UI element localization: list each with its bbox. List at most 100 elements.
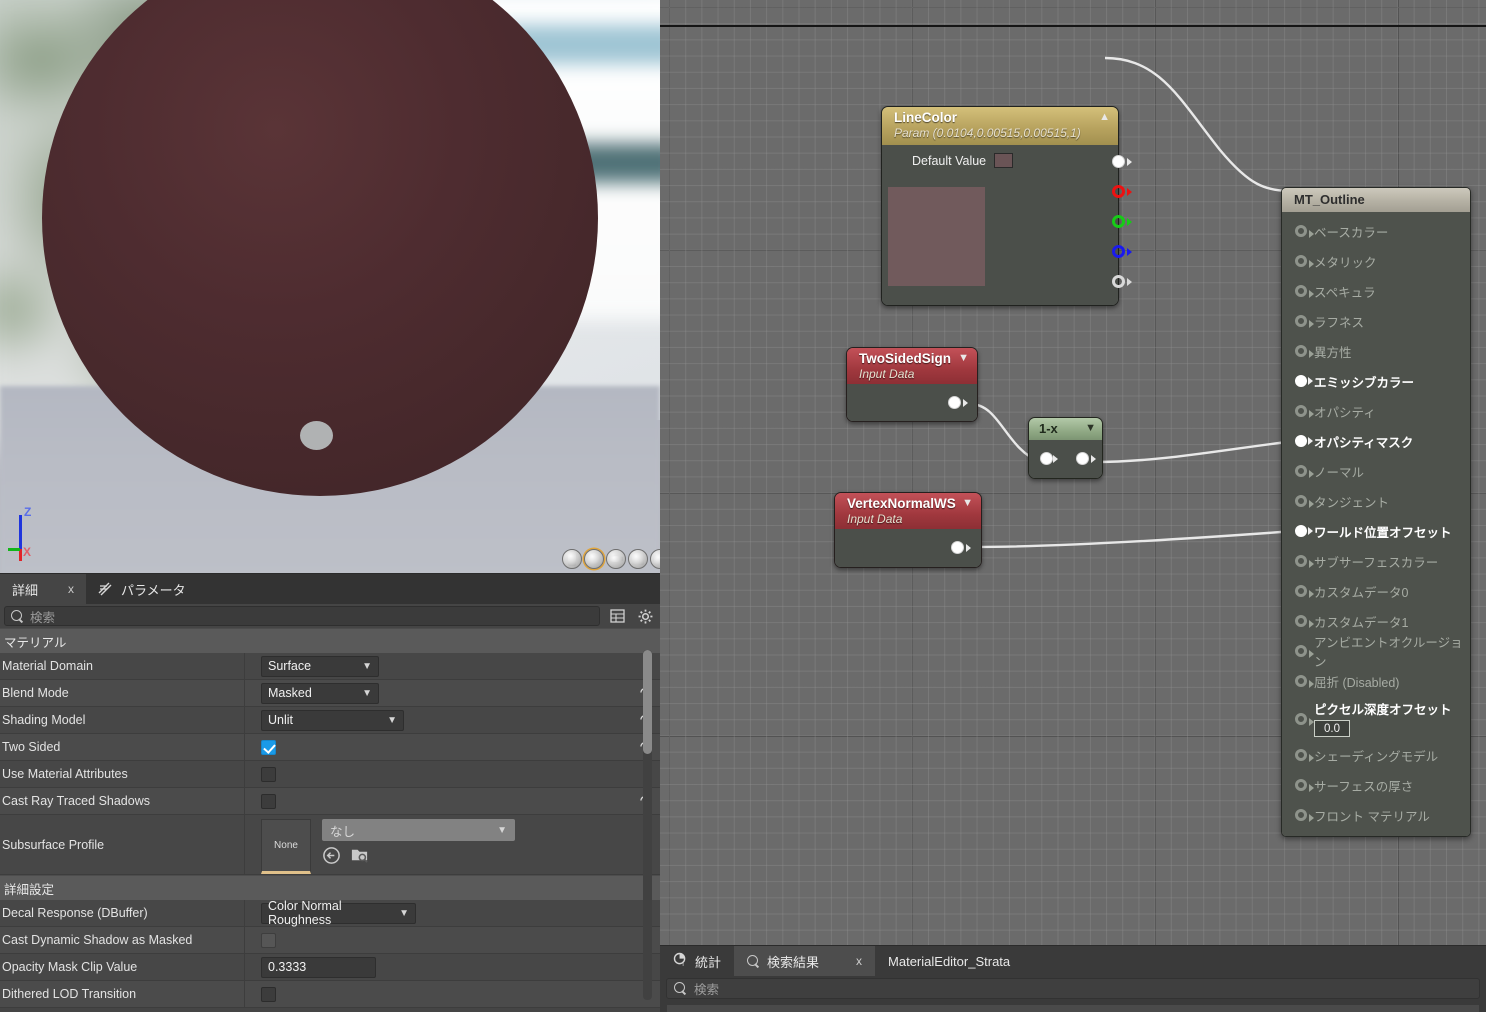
use-material-attributes-checkbox[interactable]	[261, 766, 276, 782]
output-pin-row-emissive-color[interactable]: エミッシブカラー	[1282, 366, 1470, 396]
output-pin-world-position-offset[interactable]	[1295, 525, 1313, 537]
sphere-preview-button[interactable]	[584, 549, 604, 569]
output-pin-row-tangent[interactable]: タンジェント	[1282, 486, 1470, 516]
chevron-down-icon[interactable]: ▼	[958, 351, 969, 365]
subsurface-profile-combo[interactable]: なし ▼	[322, 819, 515, 841]
output-pin-row-refraction[interactable]: 屈折 (Disabled)	[1282, 666, 1470, 696]
tab-statistics[interactable]: i 統計	[660, 946, 734, 976]
close-icon[interactable]: x	[856, 954, 862, 968]
dithered-lod-transition-checkbox[interactable]	[261, 986, 276, 1002]
material-preview-viewport[interactable]: Z X	[0, 0, 660, 573]
details-scrollbar-thumb[interactable]	[643, 650, 652, 754]
chevron-down-icon[interactable]: ▼	[962, 496, 973, 510]
output-pin-row-pixel-depth-offset[interactable]: ピクセル深度オフセット 0.0	[1282, 696, 1470, 740]
twosidedsign-output-pin[interactable]	[948, 396, 961, 409]
material-graph-canvas[interactable]: LineColor Param (0.0104,0.00515,0.00515,…	[660, 0, 1486, 945]
output-pin-b[interactable]	[1112, 245, 1125, 258]
output-pin-refraction[interactable]	[1295, 675, 1314, 688]
output-pin-row-subsurface-color[interactable]: サブサーフェスカラー	[1282, 546, 1470, 576]
vertexnormalws-output-pin[interactable]	[951, 541, 964, 554]
output-pin-row-specular[interactable]: スペキュラ	[1282, 276, 1470, 306]
custom-mesh-preview-button[interactable]	[650, 549, 660, 569]
output-pin-pixel-depth-offset[interactable]	[1295, 713, 1314, 726]
prop-row-dithered-lod-transition[interactable]: Dithered LOD Transition	[0, 981, 660, 1008]
prop-row-blend-mode[interactable]: Blend Mode Masked ▼ ↷	[0, 680, 660, 707]
output-pin-opacity[interactable]	[1295, 405, 1314, 418]
output-pin-subsurface-color[interactable]	[1295, 555, 1314, 568]
output-pin-base-color[interactable]	[1295, 225, 1314, 238]
pixel-depth-offset-value[interactable]: 0.0	[1314, 720, 1350, 737]
node-material-output-mt-outline[interactable]: MT_Outline ベースカラー メタリック スペキュラ ラフネス 異方性 エ…	[1281, 187, 1471, 837]
output-pin-roughness[interactable]	[1295, 315, 1314, 328]
output-pin-normal[interactable]	[1295, 465, 1314, 478]
node-twosidedsign-header[interactable]: TwoSidedSign Input Data ▼	[847, 348, 977, 384]
settings-gear-icon[interactable]	[634, 606, 656, 626]
prop-row-cast-ray-traced-shadows[interactable]: Cast Ray Traced Shadows ↷	[0, 788, 660, 815]
material-domain-combo[interactable]: Surface ▼	[261, 655, 379, 677]
output-pin-emissive-color[interactable]	[1295, 375, 1313, 387]
close-icon[interactable]: x	[68, 582, 74, 596]
decal-response-combo[interactable]: Color Normal Roughness ▼	[261, 899, 416, 927]
subsurface-profile-thumbnail[interactable]: None	[261, 819, 311, 874]
tab-material-editor-strata[interactable]: MaterialEditor_Strata	[875, 946, 1023, 976]
output-pin-surface-thickness[interactable]	[1295, 779, 1314, 792]
node-vertexnormalws[interactable]: VertexNormalWS Input Data ▼	[834, 492, 982, 568]
details-search-input[interactable]: 検索	[4, 606, 600, 626]
browse-to-asset-icon[interactable]	[322, 846, 341, 870]
opacity-mask-clip-value-input[interactable]: 0.3333	[261, 956, 376, 978]
output-pin-front-material[interactable]	[1295, 809, 1314, 822]
output-pin-row-world-position-offset[interactable]: ワールド位置オフセット	[1282, 516, 1470, 546]
output-pin-row-opacity[interactable]: オパシティ	[1282, 396, 1470, 426]
node-linecolor-header[interactable]: LineColor Param (0.0104,0.00515,0.00515,…	[882, 107, 1118, 145]
prop-row-cast-dynamic-shadow-as-masked[interactable]: Cast Dynamic Shadow as Masked	[0, 927, 660, 954]
prop-row-two-sided[interactable]: Two Sided ↷	[0, 734, 660, 761]
prop-row-use-material-attributes[interactable]: Use Material Attributes	[0, 761, 660, 788]
node-one-minus-x[interactable]: 1-x ▼	[1028, 417, 1103, 479]
bottom-search-input[interactable]: 検索	[666, 978, 1480, 999]
prop-row-decal-response[interactable]: Decal Response (DBuffer) Color Normal Ro…	[0, 899, 660, 927]
chevron-up-icon[interactable]: ▲	[1099, 110, 1110, 124]
output-pin-a[interactable]	[1112, 275, 1125, 288]
node-one-minus-x-header[interactable]: 1-x ▼	[1029, 418, 1102, 440]
cube-preview-button[interactable]	[628, 549, 648, 569]
output-pin-opacity-mask[interactable]	[1295, 435, 1313, 447]
output-pin-row-base-color[interactable]: ベースカラー	[1282, 216, 1470, 246]
prop-row-opacity-mask-clip-value[interactable]: Opacity Mask Clip Value 0.3333	[0, 954, 660, 981]
blend-mode-combo[interactable]: Masked ▼	[261, 682, 379, 704]
one-minus-x-output-pin[interactable]	[1076, 452, 1089, 465]
two-sided-checkbox[interactable]	[261, 739, 276, 755]
output-pin-row-shading-model[interactable]: シェーディングモデル	[1282, 740, 1470, 770]
output-pin-custom-data-1[interactable]	[1295, 615, 1314, 628]
output-pin-metallic[interactable]	[1295, 255, 1314, 268]
prop-row-shading-model[interactable]: Shading Model Unlit ▼ ↷	[0, 707, 660, 734]
chevron-down-icon[interactable]: ▼	[1085, 421, 1096, 435]
node-vertexnormalws-header[interactable]: VertexNormalWS Input Data ▼	[835, 493, 981, 529]
output-pin-row-anisotropy[interactable]: 異方性	[1282, 336, 1470, 366]
output-pin-row-normal[interactable]: ノーマル	[1282, 456, 1470, 486]
output-pin-row-surface-thickness[interactable]: サーフェスの厚さ	[1282, 770, 1470, 800]
cast-dynamic-shadow-as-masked-checkbox[interactable]	[261, 932, 276, 948]
output-pin-row-opacity-mask[interactable]: オパシティマスク	[1282, 426, 1470, 456]
output-pin-anisotropy[interactable]	[1295, 345, 1314, 358]
prop-row-material-domain[interactable]: Material Domain Surface ▼	[0, 653, 660, 680]
one-minus-x-input-pin[interactable]	[1040, 452, 1053, 465]
output-pin-shading-model[interactable]	[1295, 749, 1314, 762]
table-view-icon[interactable]	[606, 606, 628, 626]
node-linecolor[interactable]: LineColor Param (0.0104,0.00515,0.00515,…	[881, 106, 1132, 306]
output-pin-row-custom-data-0[interactable]: カスタムデータ0	[1282, 576, 1470, 606]
output-pin-tangent[interactable]	[1295, 495, 1314, 508]
tab-details[interactable]: 詳細 x	[0, 574, 87, 604]
shading-model-combo[interactable]: Unlit ▼	[261, 709, 404, 731]
output-pin-row-roughness[interactable]: ラフネス	[1282, 306, 1470, 336]
output-pin-custom-data-0[interactable]	[1295, 585, 1314, 598]
output-pin-row-ambient-occlusion[interactable]: アンビエントオクルージョン	[1282, 636, 1470, 669]
output-pin-rgba[interactable]	[1112, 155, 1125, 168]
output-pin-specular[interactable]	[1295, 285, 1314, 298]
output-pin-row-front-material[interactable]: フロント マテリアル	[1282, 800, 1470, 830]
tab-parameters[interactable]: パラメータ	[86, 574, 198, 604]
output-pin-row-metallic[interactable]: メタリック	[1282, 246, 1470, 276]
details-scrollbar[interactable]	[643, 650, 652, 1000]
asset-picker-icon[interactable]	[350, 846, 369, 870]
tab-search-results[interactable]: 検索結果 x	[734, 946, 876, 976]
search-results-list[interactable]	[666, 1004, 1480, 1012]
